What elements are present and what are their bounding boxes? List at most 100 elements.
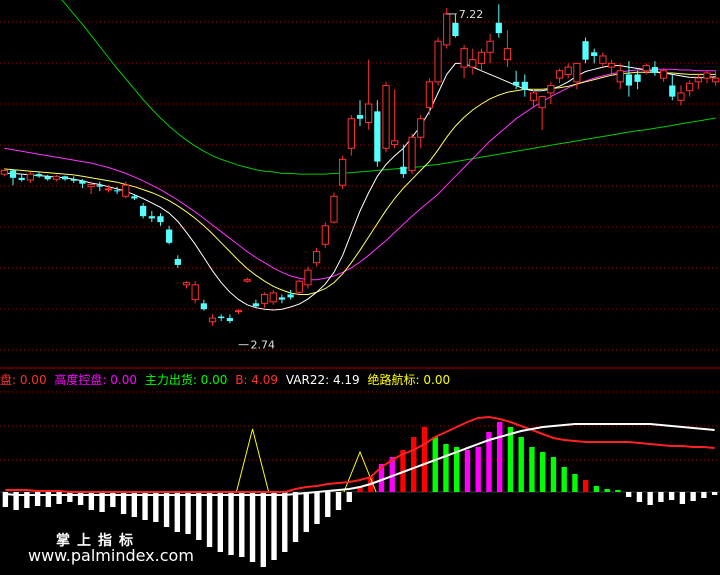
candle-body-up (208, 317, 217, 323)
legend-pan: 盘: 0.00 (0, 373, 47, 387)
candle-body-up (529, 92, 538, 101)
legend-zhuli-chuhuo: 主力出货: 0.00 (144, 373, 228, 387)
indicator-bar (271, 492, 277, 560)
candle-body-up (642, 65, 650, 72)
candle-body-up (503, 48, 512, 61)
indicator-bar (701, 492, 707, 498)
candle-body-down (278, 297, 286, 300)
indicator-bar (282, 492, 288, 552)
candle-body-down (79, 180, 86, 184)
indicator-bar (77, 492, 84, 505)
indicator-bar (497, 422, 503, 492)
indicator-bar (443, 444, 449, 492)
indicator-bar (239, 492, 245, 557)
candle-body-down (400, 166, 407, 175)
indicator-bar (432, 437, 438, 492)
candle-body-up (330, 195, 338, 223)
candle-body-down (252, 303, 260, 307)
indicator-bar (260, 492, 266, 567)
candle-body-down (669, 85, 676, 97)
candle-body-up (486, 40, 494, 53)
candle-body-up (104, 188, 113, 191)
candle-body-down (18, 177, 25, 181)
candle-body-up (52, 175, 61, 180)
candle-body-down (166, 229, 173, 243)
indicator-bar (679, 492, 686, 504)
indicator-bar (464, 450, 471, 492)
candle-body-up (477, 51, 486, 64)
indicator-bar (196, 492, 202, 540)
candle-body-up (425, 81, 434, 109)
candle-body-up (599, 55, 607, 64)
candle-body-down (9, 170, 17, 178)
indicator-bar (314, 492, 320, 524)
indicator-bar (185, 492, 191, 534)
low-marker-label: 2.74 (251, 339, 275, 352)
candle-body-down (356, 115, 364, 119)
candle-body-down (131, 196, 138, 199)
candle-body-up (443, 13, 451, 46)
indicator-bar (206, 492, 213, 547)
indicator-bar (711, 492, 718, 495)
legend-var22: VAR22: 4.19 (285, 373, 360, 387)
kline-chart[interactable]: 7.22 2.74 (0, 0, 720, 575)
indicator-bar (163, 492, 170, 527)
candle-body-down (70, 179, 77, 181)
indicator-bar (411, 437, 417, 492)
watermark-url: www.palmindex.com (28, 546, 194, 565)
candle-body-up (243, 279, 251, 282)
indicator-legend: 盘: 0.00 高度控盘: 0.00 主力出货: 0.00 B: 4.09 VA… (0, 370, 454, 390)
candle-body-up (347, 118, 355, 149)
candle-body-down (287, 294, 294, 298)
candle-body-down (495, 22, 502, 34)
indicator-bar (540, 452, 546, 492)
indicator-bar (56, 492, 62, 504)
candle-body-up (555, 70, 564, 79)
candle-body-down (61, 176, 69, 180)
indicator-bar (647, 492, 653, 505)
indicator-bar (217, 492, 223, 552)
candle-body-up (417, 118, 425, 138)
candle-body-up (460, 48, 468, 68)
candle-body-up (382, 85, 390, 149)
indicator-bar (153, 492, 159, 522)
candle-body-up (269, 292, 277, 303)
candle-body-up (677, 92, 685, 101)
candle-body-down (35, 174, 43, 177)
indicator-bar (625, 492, 632, 497)
candle-body-down (513, 81, 520, 86)
candle-body-up (304, 269, 312, 286)
candle-body-down (374, 111, 381, 162)
indicator-bar (249, 492, 256, 562)
candle-body-down (157, 216, 164, 223)
candle-body-down (582, 41, 589, 60)
indicator-bar (593, 486, 600, 492)
candle-body-down (96, 185, 103, 187)
candle-body-up (538, 96, 546, 109)
legend-gaodu-kongpan: 高度控盘: 0.00 (54, 373, 137, 387)
candle-body-up (321, 225, 329, 245)
candle-body-down (174, 259, 181, 265)
candle-body-down (591, 52, 598, 56)
candle-body-down (44, 176, 51, 180)
candle-body-up (234, 310, 243, 313)
candle-body-down (521, 81, 528, 90)
indicator-bar (292, 492, 299, 542)
candle-body-up (0, 169, 8, 175)
indicator-bar (615, 490, 621, 492)
candle-body-down (148, 216, 155, 219)
candle-body-up (659, 70, 668, 79)
candle-body-up (564, 66, 572, 75)
candle-body-up (694, 77, 702, 83)
candle-body-up (616, 70, 624, 83)
candle-body-up (703, 72, 711, 79)
indicator-bar (668, 492, 675, 500)
candle-body-down (634, 74, 641, 82)
indicator-bar (303, 492, 309, 532)
candle-body-down (625, 74, 633, 86)
candle-body-up (295, 280, 303, 293)
indicator-bar (142, 492, 148, 520)
candle-body-down (200, 303, 207, 310)
candle-body-down (452, 22, 459, 37)
candle-body-up (607, 62, 616, 68)
